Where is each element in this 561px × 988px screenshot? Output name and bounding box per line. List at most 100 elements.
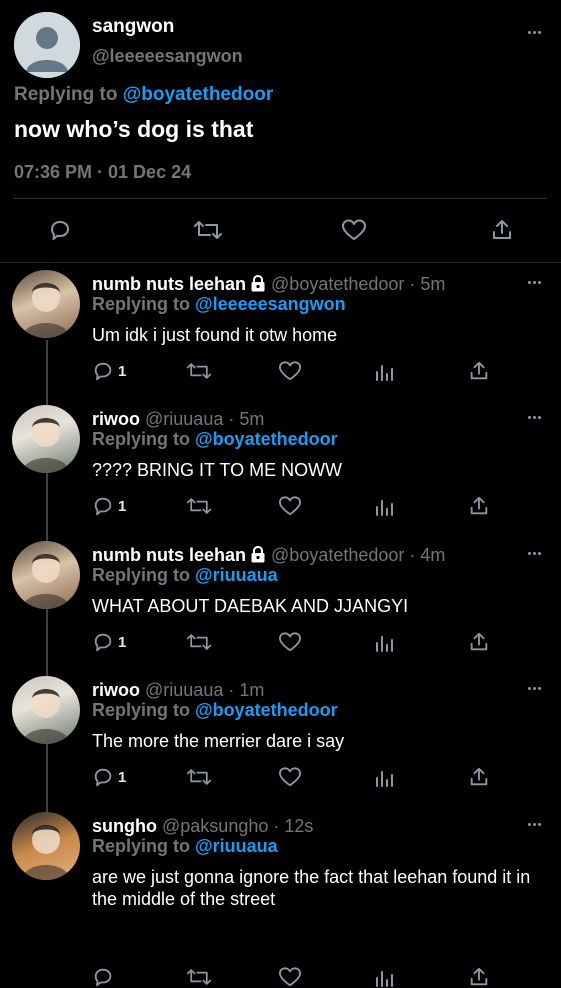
like-button[interactable]: [278, 360, 302, 382]
tweet-text: are we just gonna ignore the fact that l…: [92, 867, 531, 909]
share-button[interactable]: [468, 495, 490, 517]
replying-to-label: Replying to: [92, 294, 190, 314]
reply-button[interactable]: 1: [92, 495, 126, 517]
retweet-icon: [194, 221, 222, 239]
analytics-button[interactable]: [374, 360, 394, 382]
retweet-button[interactable]: [186, 495, 212, 517]
reply-button[interactable]: 1: [92, 766, 126, 788]
retweet-button[interactable]: [186, 766, 212, 788]
author-name[interactable]: riwoo: [92, 680, 140, 700]
author-name[interactable]: riwoo: [92, 409, 140, 429]
author-name[interactable]: sangwon: [92, 16, 174, 38]
tweet-timestamp[interactable]: 07:36 PM · 01 Dec 24: [14, 162, 191, 183]
replying-to-label: Replying to: [92, 429, 190, 449]
replying-to-link[interactable]: @boyatethedoor: [123, 84, 273, 105]
replying-to-label: Replying to: [14, 84, 118, 105]
replying-to: Replying to @boyatethedoor: [92, 429, 338, 450]
replying-to-link[interactable]: @riuuaua: [195, 836, 278, 856]
avatar[interactable]: [12, 270, 80, 338]
tweet-time: · 12s: [273, 816, 314, 836]
reply-button[interactable]: 1: [92, 360, 126, 382]
replying-to: Replying to @leeeeesangwon: [92, 294, 346, 315]
reply-count: 1: [118, 362, 127, 380]
author-name[interactable]: numb nuts leehan: [92, 274, 246, 294]
share-button[interactable]: [468, 766, 490, 788]
divider: [0, 262, 561, 263]
replying-to-label: Replying to: [92, 836, 190, 856]
author-handle[interactable]: @boyatethedoor: [271, 274, 404, 294]
reply-button[interactable]: 1: [92, 631, 126, 653]
share-icon: [493, 220, 511, 239]
reply-button[interactable]: [48, 218, 72, 242]
author-handle[interactable]: @boyatethedoor: [271, 545, 404, 565]
share-button[interactable]: [468, 966, 490, 988]
replying-to-link[interactable]: @boyatethedoor: [195, 700, 338, 720]
retweet-icon: [186, 363, 212, 379]
default-avatar-icon: [14, 12, 80, 78]
analytics-icon: [376, 971, 393, 987]
lock-icon: [251, 546, 265, 563]
replying-to: Replying to @riuuaua: [92, 565, 278, 586]
avatar-photo: [22, 825, 70, 880]
more-icon[interactable]: [524, 28, 544, 36]
share-button[interactable]: [468, 631, 490, 653]
analytics-button[interactable]: [374, 766, 394, 788]
more-icon[interactable]: [524, 820, 544, 828]
tweet-time: · 4m: [409, 545, 446, 565]
author-handle[interactable]: @paksungho: [162, 816, 268, 836]
more-icon[interactable]: [524, 413, 544, 421]
retweet-button[interactable]: [186, 631, 212, 653]
analytics-button[interactable]: [374, 631, 394, 653]
share-icon: [470, 967, 488, 986]
share-button[interactable]: [490, 218, 514, 242]
share-icon: [470, 767, 488, 786]
reply-icon: [94, 633, 112, 652]
author-name[interactable]: numb nuts leehan: [92, 545, 246, 565]
retweet-icon: [186, 634, 212, 650]
reply-icon: [94, 362, 112, 381]
analytics-icon: [376, 771, 393, 787]
tweet-text: The more the merrier dare i say: [92, 731, 345, 751]
avatar-photo: [22, 418, 70, 473]
analytics-button[interactable]: [374, 495, 394, 517]
author-name[interactable]: sungho: [92, 816, 157, 836]
tweet-text: Um idk i just found it otw home: [92, 325, 338, 345]
more-icon[interactable]: [524, 684, 544, 692]
like-button[interactable]: [341, 218, 367, 242]
author-handle[interactable]: @riuuaua: [145, 680, 223, 700]
retweet-button[interactable]: [193, 218, 223, 242]
avatar[interactable]: [12, 676, 80, 744]
avatar[interactable]: [14, 12, 80, 78]
retweet-icon: [186, 969, 212, 985]
reply-button[interactable]: [92, 966, 118, 988]
retweet-icon: [186, 769, 212, 785]
like-button[interactable]: [278, 766, 302, 788]
retweet-button[interactable]: [186, 360, 212, 382]
avatar[interactable]: [12, 812, 80, 880]
author-handle[interactable]: @riuuaua: [145, 409, 223, 429]
more-icon[interactable]: [524, 549, 544, 557]
like-button[interactable]: [278, 966, 302, 988]
replying-to-link[interactable]: @boyatethedoor: [195, 429, 338, 449]
replying-to-link[interactable]: @riuuaua: [195, 565, 278, 585]
more-icon[interactable]: [524, 278, 544, 286]
avatar[interactable]: [12, 405, 80, 473]
like-icon: [342, 219, 366, 240]
share-icon: [470, 361, 488, 380]
retweet-button[interactable]: [186, 966, 212, 988]
reply-header: riwoo @riuuaua · 1m: [92, 680, 264, 701]
avatar-photo: [22, 554, 70, 609]
author-handle[interactable]: @leeeeesangwon: [92, 46, 243, 67]
replying-to-link[interactable]: @leeeeesangwon: [195, 294, 346, 314]
avatar-photo: [22, 283, 70, 338]
reply-icon: [94, 968, 112, 987]
analytics-button[interactable]: [374, 966, 394, 988]
replying-to-label: Replying to: [92, 565, 190, 585]
like-button[interactable]: [278, 631, 302, 653]
retweet-icon: [186, 498, 212, 514]
like-icon: [278, 361, 301, 381]
analytics-icon: [376, 636, 393, 652]
share-button[interactable]: [468, 360, 490, 382]
like-button[interactable]: [278, 495, 302, 517]
avatar[interactable]: [12, 541, 80, 609]
